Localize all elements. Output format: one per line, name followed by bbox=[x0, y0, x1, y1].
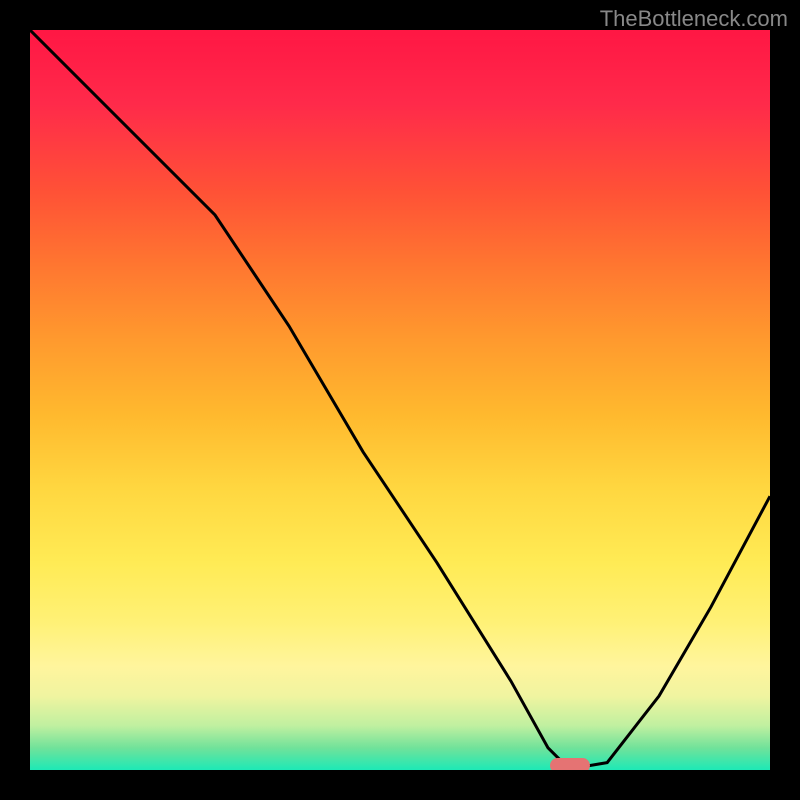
chart-container: TheBottleneck.com bbox=[0, 0, 800, 800]
plot-area bbox=[30, 30, 770, 770]
optimal-marker bbox=[550, 758, 590, 770]
bottleneck-curve bbox=[30, 30, 770, 770]
watermark-text: TheBottleneck.com bbox=[600, 6, 788, 32]
